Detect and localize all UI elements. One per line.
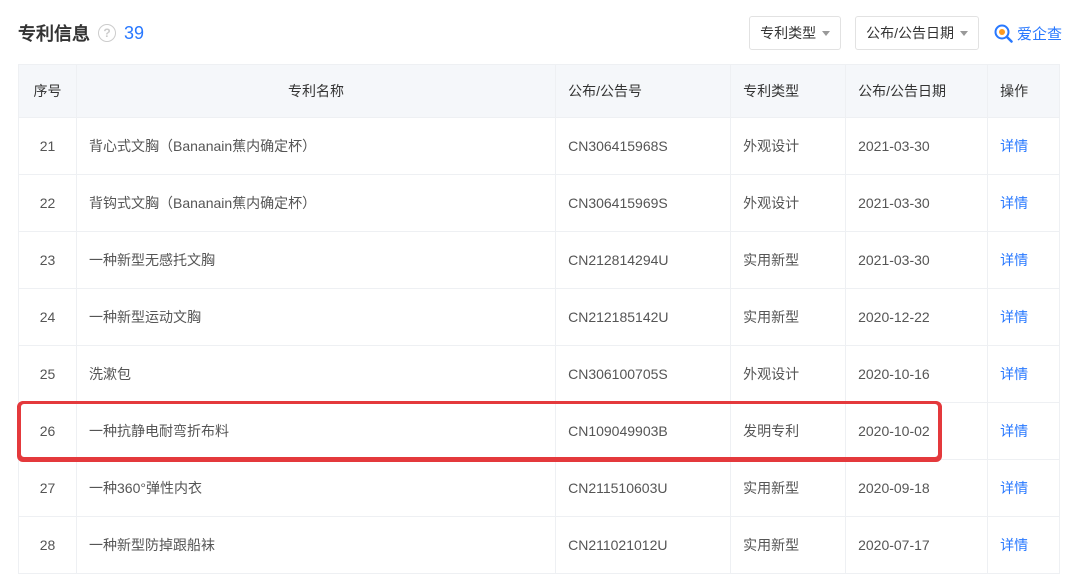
page-header: 专利信息 ? 39 专利类型 公布/公告日期 (18, 10, 1062, 64)
cell-type: 实用新型 (731, 460, 846, 517)
detail-link[interactable]: 详情 (1000, 480, 1028, 496)
cell-name: 背钩式文胸（Bananain蕉内确定杯） (77, 175, 556, 232)
cell-name: 一种360°弹性内衣 (77, 460, 556, 517)
cell-action: 详情 (988, 346, 1060, 403)
table-row: 28一种新型防掉跟船袜CN211021012U实用新型2020-07-17 详情 (19, 517, 1062, 574)
cell-action: 详情 (988, 460, 1060, 517)
cell-pubno: CN109049903B (556, 403, 731, 460)
col-date: 公布/公告日期 (846, 65, 988, 118)
cell-name: 背心式文胸（Bananain蕉内确定杯） (77, 118, 556, 175)
cell-index: 25 (19, 346, 77, 403)
detail-link[interactable]: 详情 (1000, 537, 1028, 553)
cell-pubno: CN212185142U (556, 289, 731, 346)
cell-action: 详情 (988, 517, 1060, 574)
detail-link[interactable]: 详情 (1000, 366, 1028, 382)
header-left: 专利信息 ? 39 (18, 20, 144, 46)
cell-index: 24 (19, 289, 77, 346)
cell-date: 2020-10-16 (846, 346, 988, 403)
detail-link[interactable]: 详情 (1000, 252, 1028, 268)
cell-name: 一种新型防掉跟船袜 (77, 517, 556, 574)
cell-date: 2021-03-30 (846, 118, 988, 175)
detail-link[interactable]: 详情 (1000, 309, 1028, 325)
cell-name: 一种抗静电耐弯折布料 (77, 403, 556, 460)
table-row: 25洗漱包CN306100705S外观设计2020-10-16 详情 (19, 346, 1062, 403)
table-header-row: 序号 专利名称 公布/公告号 专利类型 公布/公告日期 操作 (19, 65, 1062, 118)
chevron-down-icon (960, 31, 968, 36)
filter-label: 专利类型 (760, 23, 816, 43)
table-row: 21背心式文胸（Bananain蕉内确定杯）CN306415968S外观设计20… (19, 118, 1062, 175)
detail-link[interactable]: 详情 (1000, 423, 1028, 439)
col-name: 专利名称 (77, 65, 556, 118)
cell-date: 2021-03-30 (846, 232, 988, 289)
cell-name: 洗漱包 (77, 346, 556, 403)
table-row: 24一种新型运动文胸CN212185142U实用新型2020-12-22 详情 (19, 289, 1062, 346)
cell-pubno: CN211510603U (556, 460, 731, 517)
table-row: 27一种360°弹性内衣CN211510603U实用新型2020-09-18 详情 (19, 460, 1062, 517)
cell-date: 2021-03-30 (846, 175, 988, 232)
cell-type: 发明专利 (731, 403, 846, 460)
brand-logo-link[interactable]: 爱企查 (993, 23, 1062, 44)
table-row: 22背钩式文胸（Bananain蕉内确定杯）CN306415969S外观设计20… (19, 175, 1062, 232)
cell-index: 28 (19, 517, 77, 574)
filter-patent-type[interactable]: 专利类型 (749, 16, 841, 50)
record-count: 39 (124, 23, 144, 44)
table-row: 26一种抗静电耐弯折布料CN109049903B发明专利2020-10-02 详情 (19, 403, 1062, 460)
help-icon[interactable]: ? (98, 24, 116, 42)
cell-action: 详情 (988, 289, 1060, 346)
cell-type: 实用新型 (731, 232, 846, 289)
cell-action: 详情 (988, 232, 1060, 289)
cell-type: 实用新型 (731, 289, 846, 346)
cell-date: 2020-10-02 (846, 403, 988, 460)
cell-index: 21 (19, 118, 77, 175)
cell-date: 2020-12-22 (846, 289, 988, 346)
col-type: 专利类型 (731, 65, 846, 118)
cell-name: 一种新型无感托文胸 (77, 232, 556, 289)
cell-name: 一种新型运动文胸 (77, 289, 556, 346)
cell-pubno: CN211021012U (556, 517, 731, 574)
filter-label: 公布/公告日期 (866, 23, 954, 43)
detail-link[interactable]: 详情 (1000, 138, 1028, 154)
cell-pubno: CN306415969S (556, 175, 731, 232)
cell-type: 外观设计 (731, 346, 846, 403)
cell-pubno: CN306415968S (556, 118, 731, 175)
cell-action: 详情 (988, 403, 1060, 460)
patent-table: 序号 专利名称 公布/公告号 专利类型 公布/公告日期 操作 21背心式文胸（B… (18, 64, 1062, 574)
cell-action: 详情 (988, 175, 1060, 232)
cell-date: 2020-07-17 (846, 517, 988, 574)
cell-type: 外观设计 (731, 118, 846, 175)
col-index: 序号 (19, 65, 77, 118)
cell-action: 详情 (988, 118, 1060, 175)
detail-link[interactable]: 详情 (1000, 195, 1028, 211)
cell-index: 27 (19, 460, 77, 517)
cell-pubno: CN306100705S (556, 346, 731, 403)
header-right: 专利类型 公布/公告日期 爱企查 (749, 16, 1062, 50)
magnifier-icon (993, 23, 1013, 43)
filter-pub-date[interactable]: 公布/公告日期 (855, 16, 979, 50)
chevron-down-icon (822, 31, 830, 36)
cell-index: 23 (19, 232, 77, 289)
page-title: 专利信息 (18, 20, 90, 46)
col-action: 操作 (988, 65, 1060, 118)
cell-type: 外观设计 (731, 175, 846, 232)
cell-index: 22 (19, 175, 77, 232)
cell-type: 实用新型 (731, 517, 846, 574)
cell-pubno: CN212814294U (556, 232, 731, 289)
table-wrapper: 序号 专利名称 公布/公告号 专利类型 公布/公告日期 操作 21背心式文胸（B… (18, 64, 1062, 574)
table-row: 23一种新型无感托文胸CN212814294U实用新型2021-03-30 详情 (19, 232, 1062, 289)
cell-date: 2020-09-18 (846, 460, 988, 517)
col-pubno: 公布/公告号 (556, 65, 731, 118)
cell-index: 26 (19, 403, 77, 460)
brand-name: 爱企查 (1017, 23, 1062, 44)
